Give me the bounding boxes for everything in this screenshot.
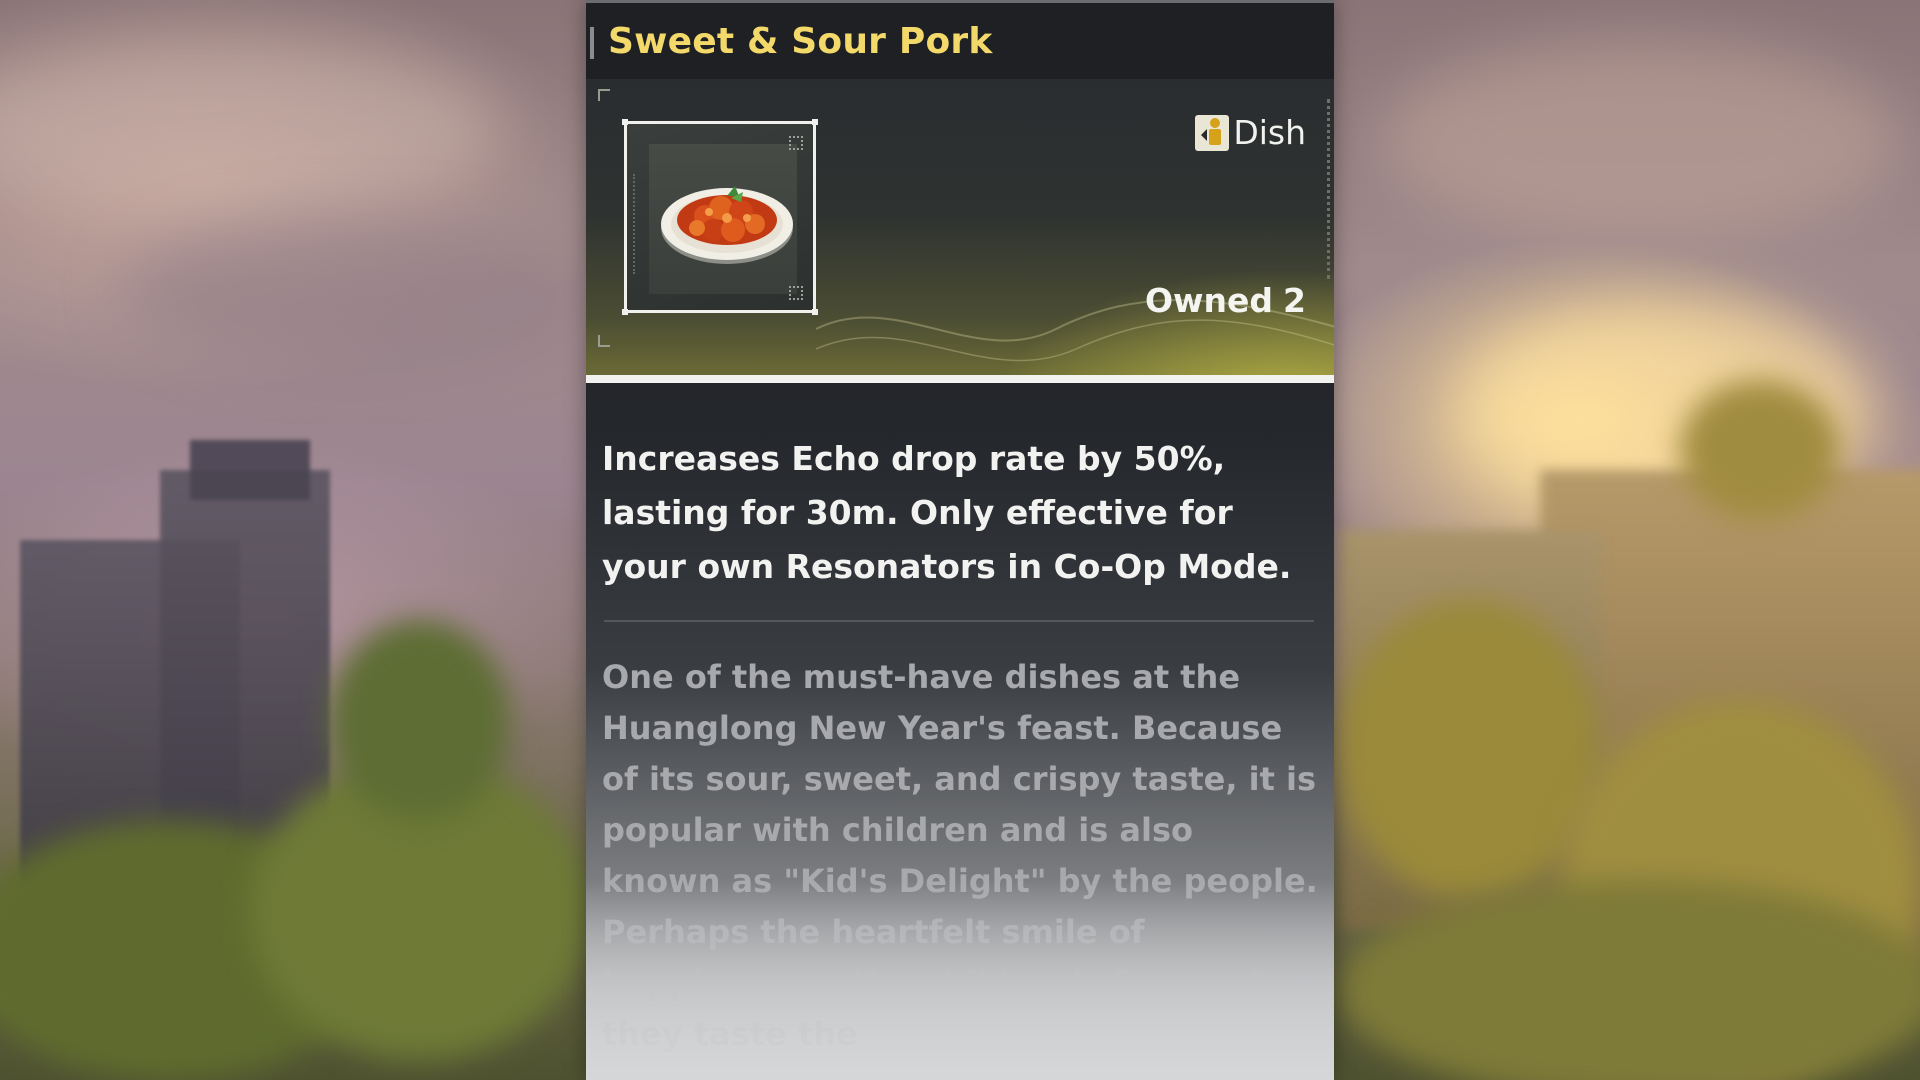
- owned-count: 2: [1283, 281, 1306, 320]
- header-divider: [586, 375, 1334, 383]
- side-tick-decoration: [1321, 99, 1330, 279]
- frame-glyph-icon: [789, 136, 803, 150]
- item-icon-frame[interactable]: [622, 119, 818, 315]
- owned-count-row: Owned 2: [1145, 281, 1306, 320]
- item-type-label: Dish: [1233, 113, 1306, 152]
- dish-type-icon: [1195, 114, 1230, 151]
- title-bar: Sweet & Sour Pork: [586, 3, 1334, 79]
- corner-mark-bottom-left: [598, 335, 610, 347]
- frame-side-decoration: [633, 174, 649, 274]
- frame-corner-dot: [622, 119, 628, 125]
- frame-corner-dot: [622, 309, 628, 315]
- item-type-badge: Dish: [1195, 113, 1306, 152]
- title-accent-bar: [590, 27, 594, 59]
- owned-label: Owned: [1144, 281, 1274, 320]
- corner-mark-top-left: [598, 89, 610, 101]
- description-divider: [604, 620, 1314, 622]
- item-title: Sweet & Sour Pork: [608, 21, 993, 62]
- frame-corner-dot: [812, 119, 818, 125]
- lore-fade-overlay: [586, 880, 1334, 1080]
- sweet-sour-pork-icon: [661, 186, 793, 264]
- item-detail-panel: Sweet & Sour Pork Dish Owned 2 Increases…: [586, 0, 1334, 1080]
- item-header: Dish Owned 2: [586, 79, 1334, 375]
- frame-corner-dot: [812, 309, 818, 315]
- frame-glyph-icon: [789, 286, 803, 300]
- item-effect-description: Increases Echo drop rate by 50%, lasting…: [602, 439, 1292, 586]
